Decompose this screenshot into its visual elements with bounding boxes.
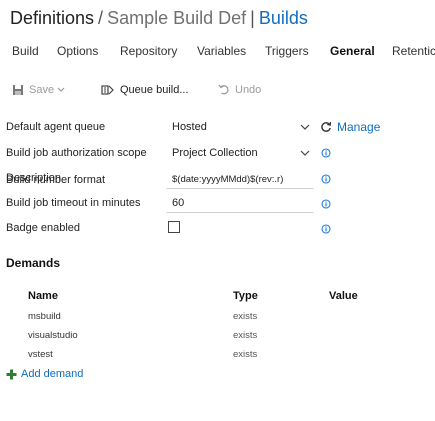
queue-build-button[interactable]: Queue build...	[101, 84, 189, 96]
demand-name: visualstudio	[28, 330, 78, 341]
badge-enabled-label: Badge enabled	[6, 222, 81, 234]
manage-label: Manage	[337, 120, 381, 134]
chevron-down-icon	[57, 87, 65, 92]
tab-build[interactable]: Build	[12, 44, 39, 58]
demand-name: vstest	[28, 349, 53, 360]
save-button[interactable]: Save	[12, 84, 65, 96]
default-agent-queue-select[interactable]: Hosted	[166, 117, 314, 137]
tab-bar: Build Options Repository Variables Trigg…	[0, 40, 435, 64]
breadcrumb: Definitions / Sample Build Def | Builds	[10, 6, 308, 30]
undo-button[interactable]: Undo	[218, 84, 261, 96]
demand-type: exists	[233, 330, 258, 341]
save-icon	[13, 85, 23, 95]
default-agent-queue-label: Default agent queue	[6, 121, 106, 133]
refresh-icon	[321, 121, 332, 132]
column-header-value: Value	[329, 290, 358, 302]
chevron-down-icon	[300, 150, 310, 156]
demands-title: Demands	[6, 256, 61, 270]
auth-scope-select[interactable]: Project Collection	[166, 143, 314, 163]
demand-name: msbuild	[28, 311, 61, 322]
column-header-type: Type	[233, 290, 258, 302]
add-demand-button[interactable]: Add demand	[6, 368, 83, 380]
queue-build-label: Queue build...	[120, 84, 189, 96]
badge-enabled-checkbox[interactable]	[168, 221, 180, 233]
chevron-down-icon	[300, 124, 310, 130]
build-number-format-label: Build number format	[6, 174, 106, 186]
tab-general[interactable]: General	[330, 44, 375, 58]
default-agent-queue-value: Hosted	[172, 121, 207, 133]
manage-link[interactable]: Manage	[320, 120, 380, 134]
tab-triggers[interactable]: Triggers	[265, 44, 309, 58]
build-number-format-value: $(date:yyyyMMdd)$(rev:.r)	[172, 174, 284, 185]
breadcrumb-separator: /	[98, 8, 104, 28]
timeout-input[interactable]: 60	[166, 193, 314, 213]
tab-variables[interactable]: Variables	[197, 44, 246, 58]
save-button-label: Save	[29, 84, 55, 96]
auth-scope-label: Build job authorization scope	[6, 147, 147, 159]
demand-type: exists	[233, 349, 258, 360]
breadcrumb-separator: |	[250, 8, 255, 28]
info-icon[interactable]	[321, 174, 331, 184]
timeout-label: Build job timeout in minutes	[6, 197, 141, 209]
plus-icon	[6, 369, 17, 379]
column-header-name: Name	[28, 290, 58, 302]
timeout-value: 60	[172, 197, 185, 209]
info-icon[interactable]	[321, 148, 331, 158]
tab-repository[interactable]: Repository	[120, 44, 177, 58]
add-demand-label: Add demand	[21, 368, 84, 380]
info-icon[interactable]	[321, 199, 331, 209]
toolbar: Save Queue build... Undo	[0, 80, 435, 102]
breadcrumb-definitions[interactable]: Definitions	[10, 8, 94, 28]
demand-type: exists	[233, 311, 258, 322]
undo-label: Undo	[235, 84, 262, 96]
tab-retention[interactable]: Retentic	[392, 44, 435, 58]
build-number-format-input[interactable]: $(date:yyyyMMdd)$(rev:.r)	[166, 169, 314, 189]
tab-options[interactable]: Options	[57, 44, 98, 58]
auth-scope-value: Project Collection	[172, 147, 258, 159]
breadcrumb-definition-name: Sample Build Def	[107, 8, 247, 28]
info-icon[interactable]	[321, 224, 331, 234]
queue-build-icon	[101, 85, 114, 95]
builds-link[interactable]: Builds	[259, 8, 308, 28]
undo-icon	[218, 84, 229, 95]
